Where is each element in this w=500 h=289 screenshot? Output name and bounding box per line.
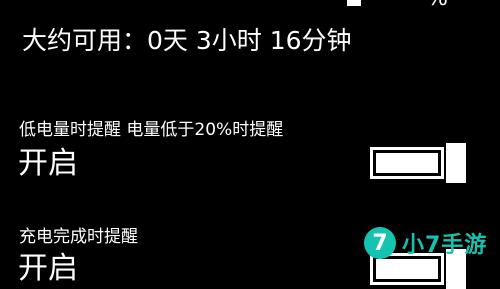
low-battery-toggle[interactable] xyxy=(370,143,466,183)
watermark-badge-icon: 7 xyxy=(364,227,396,259)
toggle-thumb[interactable] xyxy=(446,143,466,183)
setting-title: 充电完成时提醒 xyxy=(19,227,138,247)
watermark-text: 小7手游 xyxy=(402,233,488,258)
watermark-logo: 7 小7手游 xyxy=(364,225,487,261)
setting-value: 开启 xyxy=(18,251,78,286)
battery-time-estimate: 大约可用：0天 3小时 16分钟 xyxy=(22,26,352,55)
setting-title: 低电量时提醒 电量低于20%时提醒 xyxy=(19,120,284,140)
toggle-fill xyxy=(376,153,438,173)
battery-level-fragment xyxy=(347,0,361,6)
setting-value: 开启 xyxy=(18,146,78,181)
toggle-fill xyxy=(376,259,438,279)
percent-fragment: % xyxy=(427,0,448,10)
